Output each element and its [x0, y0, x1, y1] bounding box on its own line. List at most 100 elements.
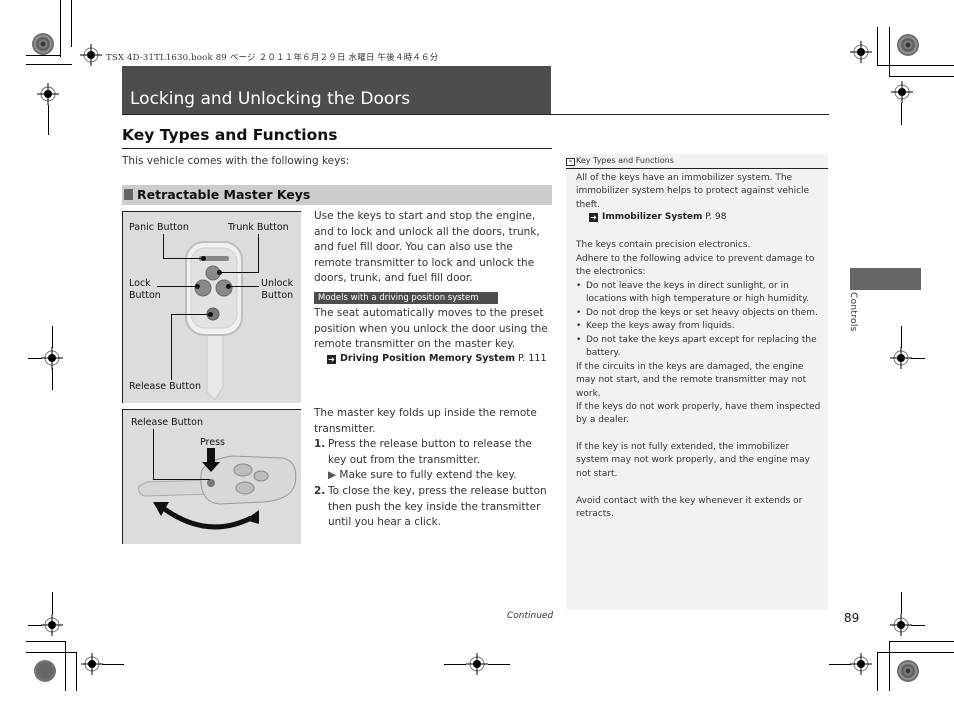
registration-mark-icon: [80, 44, 102, 66]
immobilizer-text: All of the keys have an immobilizer syst…: [576, 173, 810, 210]
leader-line: [163, 234, 164, 258]
unlock-label-line2: Button: [261, 290, 294, 301]
press-label: Press: [200, 437, 226, 448]
print-header: TSX 4D-31TL1630.book 89 ページ ２０１１年６月２９日 水…: [106, 53, 439, 63]
crop-line: [911, 358, 925, 359]
advice-bullet: Keep the keys away from liquids.: [576, 320, 826, 334]
advice-bullet: Do not take the keys apart except for re…: [576, 334, 826, 361]
circuit-damage-text: If the circuits in the keys are damaged,…: [576, 362, 807, 399]
chapter-divider: [122, 114, 829, 115]
crop-line: [48, 105, 49, 135]
crop-line: [911, 625, 925, 626]
leader-line: [157, 286, 197, 287]
registration-mark-icon: [466, 653, 488, 675]
dealer-text: If the keys do not work properly, have t…: [576, 402, 821, 426]
registration-mark-icon: [41, 614, 63, 636]
lock-label-line1: Lock: [129, 278, 151, 289]
leader-dot: [201, 256, 206, 261]
crop-line: [889, 641, 890, 691]
xref-title[interactable]: Immobilizer System: [602, 212, 702, 222]
step-number: 1.: [314, 438, 326, 450]
color-rosette-icon: [34, 660, 56, 682]
crop-line: [65, 641, 66, 691]
crop-line: [28, 625, 42, 626]
xref-arrow-icon: ➔: [589, 213, 598, 222]
crop-line: [52, 326, 53, 348]
crop-line: [877, 652, 954, 653]
side-note-header: » Key Types and Functions: [566, 156, 674, 166]
section-divider: [122, 148, 552, 149]
unlock-label-line1: Unlock: [261, 278, 294, 289]
folding-key-figure: Release Button Press: [122, 409, 301, 544]
crop-line: [488, 664, 510, 665]
seat-description: The seat automatically moves to the pres…: [314, 307, 548, 351]
crop-line: [889, 76, 954, 77]
leader-line: [153, 479, 210, 480]
leader-line: [258, 234, 259, 272]
leader-line: [219, 272, 259, 273]
registration-mark-icon: [850, 41, 872, 63]
leader-line: [163, 258, 203, 259]
leader-dot: [217, 270, 222, 275]
trunk-button-label: Trunk Button: [228, 222, 289, 233]
leader-dot: [195, 284, 200, 289]
leader-line: [171, 314, 172, 380]
release-button-label: Release Button: [129, 381, 201, 392]
crop-line: [76, 652, 77, 691]
xref-arrow-icon: ➔: [327, 355, 336, 364]
chapter-title: Locking and Unlocking the Doors: [130, 89, 411, 109]
crop-line: [901, 103, 902, 125]
crop-line: [52, 592, 53, 614]
step-1-note: ▶ Make sure to fully extend the key.: [328, 468, 552, 484]
immobilizer-xref[interactable]: ➔ Immobilizer System P. 98: [589, 212, 726, 222]
registration-mark-icon: [41, 347, 63, 369]
advice-bullet: Do not drop the keys or set heavy object…: [576, 307, 826, 321]
keys-description: Use the keys to start and stop the engin…: [314, 210, 540, 285]
crop-line: [102, 664, 124, 665]
step-2: 2. To close the key, press the release b…: [314, 484, 552, 531]
crop-line: [877, 27, 878, 66]
registration-mark-icon: [890, 347, 912, 369]
reference-icon: »: [566, 158, 575, 166]
registration-mark-icon: [81, 653, 103, 675]
step-number: 2.: [314, 485, 326, 497]
side-header-text: Key Types and Functions: [576, 156, 674, 165]
xref-title[interactable]: Driving Position Memory System: [340, 353, 515, 364]
electronics-text: The keys contain precision electronics.: [576, 240, 751, 250]
crop-line: [889, 641, 954, 642]
crop-line: [28, 358, 42, 359]
continued-label: Continued: [507, 611, 554, 621]
registration-mark-icon: [850, 653, 872, 675]
crop-line: [26, 641, 66, 642]
xref-page: P. 111: [518, 353, 547, 364]
leader-line: [153, 429, 154, 479]
section-intro: This vehicle comes with the following ke…: [122, 155, 350, 167]
note-arrow-icon: ▶: [328, 469, 337, 481]
crop-line: [26, 64, 72, 65]
chapter-thumb-label: Controls: [848, 292, 858, 332]
registration-mark-icon: [890, 614, 912, 636]
leader-line: [171, 314, 211, 315]
folding-key-illustration: [138, 448, 297, 530]
crop-line: [877, 652, 878, 691]
leader-dot: [208, 312, 213, 317]
page-number: 89: [844, 611, 860, 625]
crop-line: [26, 652, 77, 653]
note-text: Make sure to fully extend the key.: [339, 469, 517, 481]
driving-position-xref[interactable]: ➔ Driving Position Memory System P. 111: [327, 353, 546, 364]
crop-line: [889, 27, 890, 77]
step-1: 1. Press the release button to release t…: [314, 437, 552, 468]
color-rosette-icon: [897, 660, 919, 682]
step-text: To close the key, press the release butt…: [328, 485, 547, 529]
lock-label-line2: Button: [129, 290, 161, 301]
key-fob-illustration: [185, 241, 243, 401]
advice-text: Adhere to the following advice to preven…: [576, 254, 815, 278]
contact-warning-text: Avoid contact with the key whenever it e…: [576, 496, 803, 520]
step-text: Press the release button to release the …: [328, 438, 532, 466]
crop-line: [829, 664, 851, 665]
registration-mark-icon: [891, 81, 913, 103]
color-rosette-icon: [897, 34, 919, 56]
leader-line: [227, 286, 259, 287]
chapter-thumb-tab[interactable]: [850, 268, 921, 290]
fold-description: The master key folds up inside the remot…: [314, 407, 537, 435]
